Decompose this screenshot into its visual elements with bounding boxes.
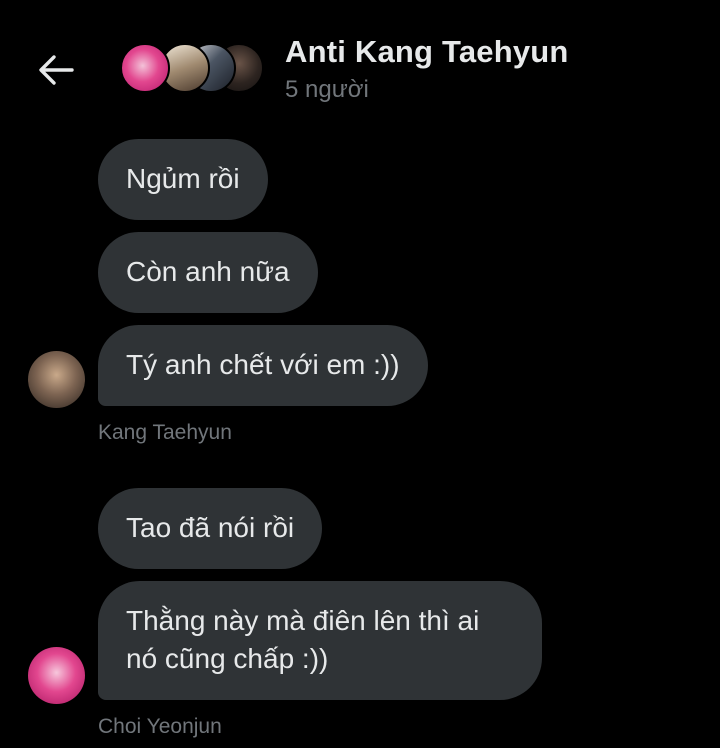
message-text: Còn anh nữa	[126, 256, 290, 287]
arrow-left-icon	[39, 55, 74, 85]
member-avatar	[120, 43, 170, 93]
sender-avatar[interactable]	[28, 647, 85, 704]
message-bubble[interactable]: Ngủm rồi	[98, 139, 268, 220]
message-text: Tý anh chết với em :))	[126, 349, 400, 380]
message-text: Thằng này mà điên lên thì ai nó cũng chấ…	[126, 605, 480, 674]
message-bubble[interactable]: Tao đã nói rồi	[98, 488, 323, 569]
member-count: 5 người	[285, 76, 369, 103]
sender-avatar[interactable]	[28, 351, 85, 408]
message-bubble[interactable]: Thằng này mà điên lên thì ai nó cũng chấ…	[98, 581, 542, 700]
message-text: Ngủm rồi	[126, 163, 240, 194]
sender-name[interactable]: Kang Taehyun	[98, 421, 232, 445]
sender-name[interactable]: Choi Yeonjun	[98, 715, 222, 739]
conversation-title[interactable]: Anti Kang Taehyun	[285, 34, 569, 70]
message-text: Tao đã nói rồi	[126, 512, 295, 543]
group-avatar-stack[interactable]	[120, 43, 270, 95]
message-bubble[interactable]: Còn anh nữa	[98, 232, 318, 313]
back-button[interactable]	[36, 52, 76, 88]
message-bubble[interactable]: Tý anh chết với em :))	[98, 325, 428, 406]
